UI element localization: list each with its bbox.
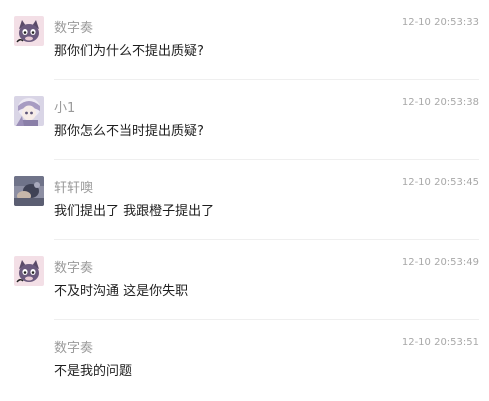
message-timestamp: 12-10 20:53:38: [401, 97, 479, 108]
message-timestamp: 12-10 20:53:51: [401, 337, 479, 348]
sender-name[interactable]: 数字奏: [54, 257, 93, 276]
sender-name[interactable]: 小1: [54, 97, 75, 116]
message-timestamp: 12-10 20:53:33: [401, 17, 479, 28]
message-text: 不及时沟通 这是你失职: [54, 284, 189, 299]
message-text: 我们提出了 我跟橙子提出了: [54, 204, 215, 219]
cat-mascot-icon[interactable]: [14, 256, 44, 286]
chat-message-list: 数字奏 12-10 20:53:33 那你们为什么不提出质疑? 小1 12-10…: [0, 0, 489, 401]
message-text: 不是我的问题: [54, 364, 133, 379]
sender-name[interactable]: 数字奏: [54, 337, 93, 356]
chat-message: 数字奏 12-10 20:53:51 不是我的问题: [0, 320, 489, 400]
anime-character-icon[interactable]: [14, 96, 44, 126]
sender-name[interactable]: 轩轩噢: [54, 177, 93, 196]
message-text: 那你怎么不当时提出质疑?: [54, 124, 204, 139]
cat-mascot-icon[interactable]: [14, 16, 44, 46]
message-text: 那你们为什么不提出质疑?: [54, 44, 204, 59]
chat-message: 小1 12-10 20:53:38 那你怎么不当时提出质疑?: [0, 80, 489, 160]
sender-name[interactable]: 数字奏: [54, 17, 93, 36]
message-timestamp: 12-10 20:53:49: [401, 257, 479, 268]
photo-avatar-icon[interactable]: [14, 176, 44, 206]
message-timestamp: 12-10 20:53:45: [401, 177, 479, 188]
chat-message: 数字奏 12-10 20:53:33 那你们为什么不提出质疑?: [0, 0, 489, 80]
chat-message: 轩轩噢 12-10 20:53:45 我们提出了 我跟橙子提出了: [0, 160, 489, 240]
chat-message: 数字奏 12-10 20:53:49 不及时沟通 这是你失职: [0, 240, 489, 320]
